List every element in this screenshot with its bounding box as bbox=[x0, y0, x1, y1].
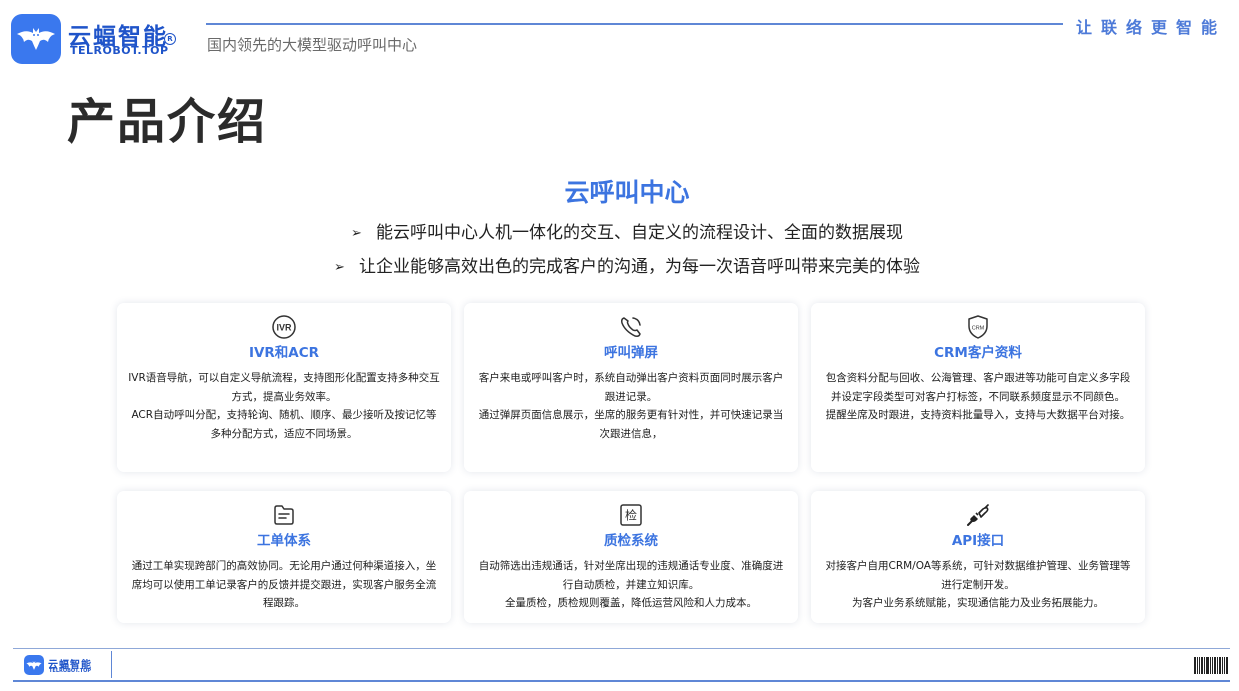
card-paragraph: 通过工单实现跨部门的高效协同。无论用户通过何种渠道接入，坐席均可以使用工单记录客… bbox=[131, 560, 437, 609]
slogan: 让联络更智能 bbox=[1075, 18, 1226, 37]
feature-card-call-popup: 呼叫弹屏 客户来电或呼叫客户时，系统自动弹出客户资料页面同时展示客户跟进记录。 … bbox=[464, 303, 798, 472]
footer-logo-icon bbox=[24, 655, 44, 675]
card-description: 通过工单实现跨部门的高效协同。无论用户通过何种渠道接入，坐席均可以使用工单记录客… bbox=[127, 557, 441, 613]
card-paragraph: 客户来电或呼叫客户时，系统自动弹出客户资料页面同时展示客户跟进记录。 bbox=[478, 372, 784, 403]
plug-icon bbox=[965, 502, 991, 528]
card-paragraph: 通过弹屏页面信息展示，坐席的服务更有针对性，并可快速记录当次跟进信息， bbox=[478, 409, 784, 440]
card-paragraph: 自动筛选出违规通话，针对坐席出现的违规通话专业度、准确度进行自动质检，并建立知识… bbox=[478, 560, 784, 591]
card-title: 质检系统 bbox=[604, 533, 658, 549]
folder-icon bbox=[271, 502, 297, 528]
card-title: CRM客户资料 bbox=[934, 345, 1022, 361]
card-description: IVR语音导航，可以自定义导航流程，支持图形化配置支持多种交互方式，提高业务效率… bbox=[127, 369, 441, 443]
bat-logo-icon bbox=[11, 14, 61, 64]
feature-card-ivr: IVR IVR和ACR IVR语音导航，可以自定义导航流程，支持图形化配置支持多… bbox=[117, 303, 451, 472]
card-paragraph: 包含资料分配与回收、公海管理、客户跟进等功能可自定义多字段并设定字段类型可对客户… bbox=[825, 372, 1131, 403]
header-divider bbox=[206, 23, 1063, 25]
crm-shield-icon: CRM bbox=[965, 314, 991, 340]
feature-card-api: API接口 对接客户自用CRM/OA等系统，可针对数据维护管理、业务管理等进行定… bbox=[811, 491, 1145, 623]
footer-vertical-divider bbox=[111, 651, 112, 678]
footer-divider-top bbox=[13, 648, 1230, 649]
feature-card-crm: CRM CRM客户资料 包含资料分配与回收、公海管理、客户跟进等功能可自定义多字… bbox=[811, 303, 1145, 472]
card-title: 工单体系 bbox=[257, 533, 311, 549]
brand-domain: TELROBOT.TOP bbox=[70, 44, 169, 57]
ivr-icon-text: IVR bbox=[276, 323, 292, 333]
slide: 云蝠智能 R TELROBOT.TOP 国内领先的大模型驱动呼叫中心 让联络更智… bbox=[0, 0, 1239, 691]
feature-card-ticket: 工单体系 通过工单实现跨部门的高效协同。无论用户通过何种渠道接入，坐席均可以使用… bbox=[117, 491, 451, 623]
ivr-icon: IVR bbox=[271, 314, 297, 340]
card-description: 客户来电或呼叫客户时，系统自动弹出客户资料页面同时展示客户跟进记录。 通过弹屏页… bbox=[474, 369, 788, 443]
feature-card-inspection: 检 质检系统 自动筛选出违规通话，针对坐席出现的违规通话专业度、准确度进行自动质… bbox=[464, 491, 798, 623]
bullet-arrow-icon: ➢ bbox=[334, 260, 345, 275]
card-paragraph: 提醒坐席及时跟进，支持资料批量导入，支持与大数据平台对接。 bbox=[825, 409, 1131, 421]
phone-icon bbox=[618, 314, 644, 340]
inspection-icon-text: 检 bbox=[625, 508, 637, 523]
card-paragraph: 全量质检，质检规则覆盖，降低运营风险和人力成本。 bbox=[505, 597, 757, 609]
card-paragraph: 为客户业务系统赋能，实现通信能力及业务拓展能力。 bbox=[852, 597, 1104, 609]
card-paragraph: 对接客户自用CRM/OA等系统，可针对数据维护管理、业务管理等进行定制开发。 bbox=[825, 560, 1131, 591]
barcode-icon bbox=[1194, 657, 1229, 674]
bullet-arrow-icon: ➢ bbox=[351, 226, 362, 241]
bullet-text: 能云呼叫中心人机一体化的交互、自定义的流程设计、全面的数据展现 bbox=[375, 223, 903, 243]
card-title: API接口 bbox=[951, 533, 1005, 549]
card-description: 包含资料分配与回收、公海管理、客户跟进等功能可自定义多字段并设定字段类型可对客户… bbox=[821, 369, 1135, 425]
card-title: 呼叫弹屏 bbox=[604, 345, 658, 361]
card-description: 自动筛选出违规通话，针对坐席出现的违规通话专业度、准确度进行自动质检，并建立知识… bbox=[474, 557, 788, 613]
footer-brand-domain: TELROBOT.TOP bbox=[49, 668, 92, 674]
card-title: IVR和ACR bbox=[248, 345, 320, 361]
header-subtitle: 国内领先的大模型驱动呼叫中心 bbox=[207, 36, 418, 54]
card-paragraph: IVR语音导航，可以自定义导航流程，支持图形化配置支持多种交互方式，提高业务效率… bbox=[128, 372, 440, 403]
intro-bullet: ➢ 能云呼叫中心人机一体化的交互、自定义的流程设计、全面的数据展现 bbox=[0, 218, 1239, 243]
inspection-icon: 检 bbox=[618, 502, 644, 528]
bullet-text: 让企业能够高效出色的完成客户的沟通，为每一次语音呼叫带来完美的体验 bbox=[358, 257, 920, 277]
page-title: 产品介绍 bbox=[67, 94, 268, 150]
intro-bullet: ➢ 让企业能够高效出色的完成客户的沟通，为每一次语音呼叫带来完美的体验 bbox=[0, 252, 1239, 277]
section-title: 云呼叫中心 bbox=[564, 178, 690, 207]
footer-divider-bottom bbox=[13, 680, 1230, 682]
crm-icon-text: CRM bbox=[972, 326, 985, 332]
card-description: 对接客户自用CRM/OA等系统，可针对数据维护管理、业务管理等进行定制开发。 为… bbox=[821, 557, 1135, 613]
card-paragraph: ACR自动呼叫分配，支持轮询、随机、顺序、最少接听及按记忆等多种分配方式，适应不… bbox=[131, 409, 437, 440]
